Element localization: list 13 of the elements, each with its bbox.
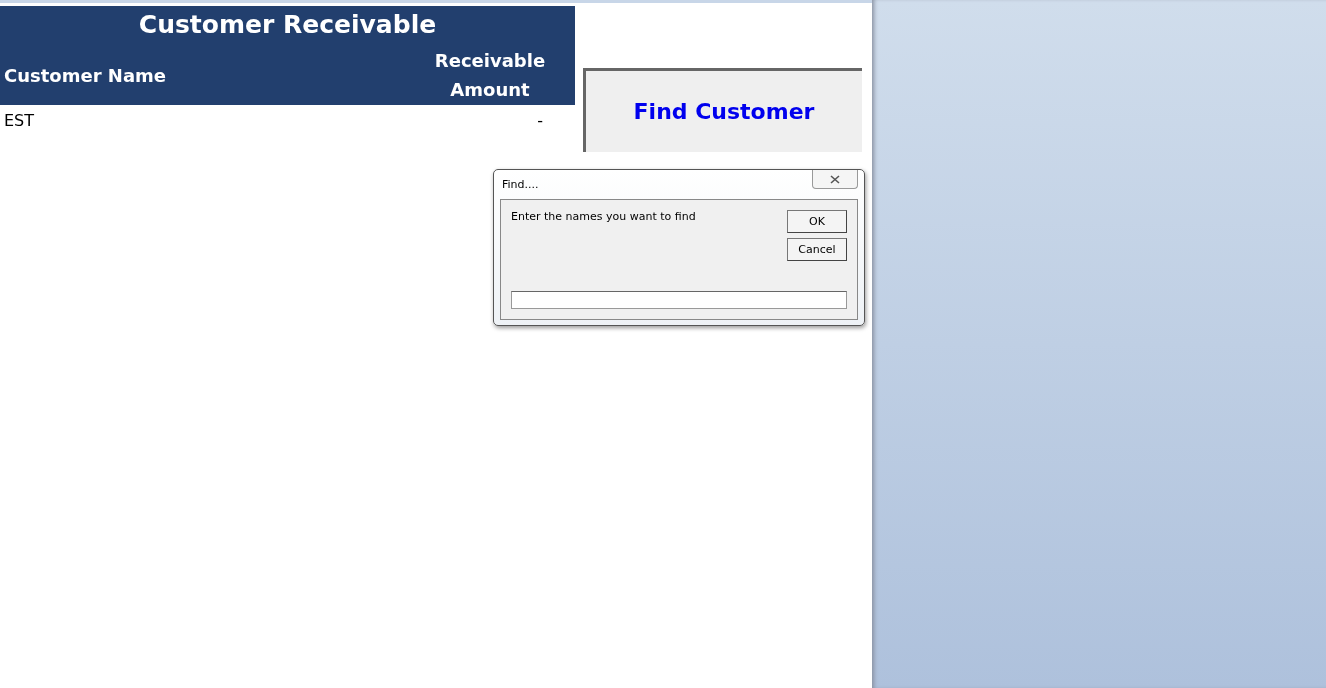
column-header: Receivable Amount bbox=[433, 49, 547, 102]
prompt-text: Enter the names you want to find bbox=[511, 210, 697, 225]
cancel-button[interactable]: Cancel bbox=[787, 238, 847, 261]
table-cell-text: - bbox=[536, 111, 544, 130]
input-field[interactable] bbox=[511, 291, 847, 309]
close-icon bbox=[830, 174, 840, 184]
ok-button[interactable]: OK bbox=[787, 210, 847, 233]
column-header: Customer Name bbox=[3, 64, 167, 86]
sheet-title: Customer Receivable bbox=[137, 9, 438, 41]
find-customer-button[interactable]: Find Customer bbox=[583, 68, 862, 152]
close-button[interactable] bbox=[812, 170, 858, 189]
dialog-title: Find.... bbox=[501, 177, 539, 191]
table-cell-text: EST bbox=[3, 111, 36, 130]
